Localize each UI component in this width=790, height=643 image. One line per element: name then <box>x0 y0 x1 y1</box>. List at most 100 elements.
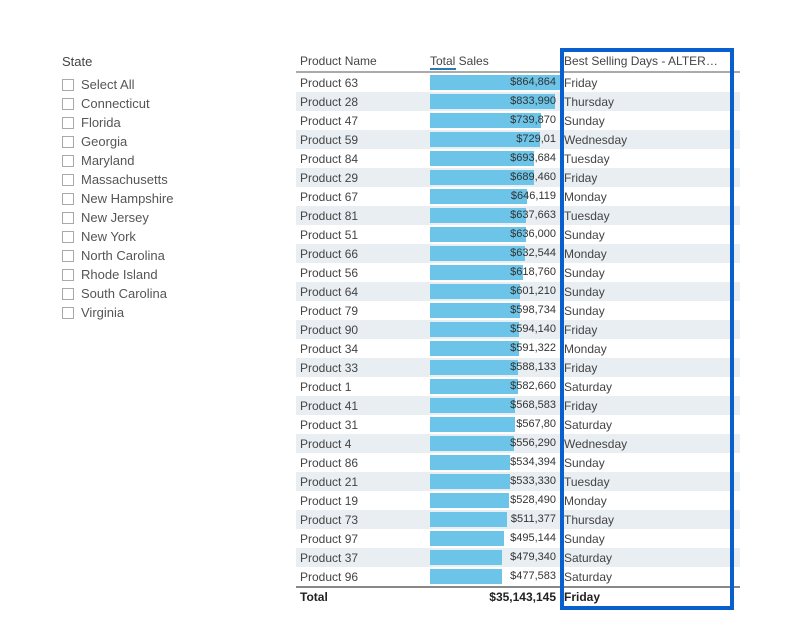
table-row[interactable]: Product 4$556,290Wednesday <box>296 434 740 453</box>
slicer-item[interactable]: New York <box>62 227 224 246</box>
table-row[interactable]: Product 31$567,80Saturday <box>296 415 740 434</box>
cell-product-name: Product 47 <box>296 114 430 128</box>
cell-product-name: Product 19 <box>296 494 430 508</box>
header-best-selling-days[interactable]: Best Selling Days - ALTER… <box>560 54 728 68</box>
slicer-item-label: Connecticut <box>81 96 150 111</box>
checkbox-icon[interactable] <box>62 79 74 91</box>
data-bar <box>430 284 520 299</box>
cell-best-day: Tuesday <box>560 209 728 223</box>
slicer-item[interactable]: North Carolina <box>62 246 224 265</box>
table-row[interactable]: Product 79$598,734Sunday <box>296 301 740 320</box>
cell-best-day: Saturday <box>560 380 728 394</box>
checkbox-icon[interactable] <box>62 155 74 167</box>
data-bar <box>430 417 515 432</box>
checkbox-icon[interactable] <box>62 307 74 319</box>
cell-product-name: Product 4 <box>296 437 430 451</box>
table-row[interactable]: Product 86 $534,394 Sunday <box>296 453 740 472</box>
table-row[interactable]: Product 28$833,990Thursday <box>296 92 740 111</box>
cell-total-sales: $739,870 <box>430 112 560 129</box>
slicer-item[interactable]: New Hampshire <box>62 189 224 208</box>
slicer-item[interactable]: New Jersey <box>62 208 224 227</box>
checkbox-icon[interactable] <box>62 174 74 186</box>
cell-product-name: Product 51 <box>296 228 430 242</box>
slicer-item[interactable]: South Carolina <box>62 284 224 303</box>
cell-best-day: Friday <box>560 323 728 337</box>
cell-product-name: Product 66 <box>296 247 430 261</box>
table-row[interactable]: Product 37$479,340Saturday <box>296 548 740 567</box>
cell-best-day: Sunday <box>560 456 728 470</box>
slicer-item-label: Maryland <box>81 153 134 168</box>
table-row[interactable]: Product 19$528,490Monday <box>296 491 740 510</box>
cell-total-sales: $601,210 <box>430 283 560 300</box>
table-row[interactable]: Product 21$533,330Tuesday <box>296 472 740 491</box>
table-row[interactable]: Product 51$636,000Sunday <box>296 225 740 244</box>
table-row[interactable]: Product 29$689,460Friday <box>296 168 740 187</box>
table-row[interactable]: Product 34$591,322Monday <box>296 339 740 358</box>
slicer-item[interactable]: Florida <box>62 113 224 132</box>
checkbox-icon[interactable] <box>62 193 74 205</box>
data-bar-label: $632,544 <box>510 247 556 259</box>
cell-product-name: Product 37 <box>296 551 430 565</box>
data-bar <box>430 569 502 584</box>
checkbox-icon[interactable] <box>62 117 74 129</box>
table-row[interactable]: Product 84$693,684Tuesday <box>296 149 740 168</box>
slicer-item[interactable]: Rhode Island <box>62 265 224 284</box>
data-bar-label: $693,684 <box>510 152 556 164</box>
slicer-item[interactable]: Maryland <box>62 151 224 170</box>
checkbox-icon[interactable] <box>62 136 74 148</box>
checkbox-icon[interactable] <box>62 98 74 110</box>
cell-best-day: Saturday <box>560 551 728 565</box>
table-row[interactable]: Product 1$582,660Saturday <box>296 377 740 396</box>
table-row[interactable]: Product 66$632,544Monday <box>296 244 740 263</box>
cell-total-sales: $511,377 <box>430 511 560 528</box>
cell-product-name: Product 90 <box>296 323 430 337</box>
header-total-sales-label: Total Sales <box>430 54 489 68</box>
checkbox-icon[interactable] <box>62 269 74 281</box>
table-row[interactable]: Product 67$646,119Monday <box>296 187 740 206</box>
data-bar <box>430 341 519 356</box>
cell-total-sales: $567,80 <box>430 416 560 433</box>
data-bar-label: $637,663 <box>510 209 556 221</box>
table-row[interactable]: Product 47$739,870Sunday <box>296 111 740 130</box>
table-row[interactable]: Product 97$495,144Sunday <box>296 529 740 548</box>
table-row[interactable]: Product 59$729,01Wednesday <box>296 130 740 149</box>
table-footer: Total $35,143,145 Friday <box>296 586 740 604</box>
data-bar-label: $534,394 <box>510 456 556 468</box>
cell-product-name: Product 21 <box>296 475 430 489</box>
header-total-sales[interactable]: Total Sales <box>430 54 560 68</box>
cell-best-day: Thursday <box>560 513 728 527</box>
cell-product-name: Product 86 <box>296 456 430 470</box>
checkbox-icon[interactable] <box>62 250 74 262</box>
slicer-item[interactable]: Select All <box>62 75 224 94</box>
table-row[interactable]: Product 41$568,583Friday <box>296 396 740 415</box>
slicer-item[interactable]: Massachusetts <box>62 170 224 189</box>
table-row[interactable]: Product 90$594,140Friday <box>296 320 740 339</box>
table-row[interactable]: Product 63$864,864Friday <box>296 73 740 92</box>
data-bar-label: $833,990 <box>510 95 556 107</box>
table-row[interactable]: Product 33$588,133Friday <box>296 358 740 377</box>
data-bar-label: $689,460 <box>510 171 556 183</box>
slicer-item[interactable]: Georgia <box>62 132 224 151</box>
cell-total-sales: $495,144 <box>430 530 560 547</box>
table-row[interactable]: Product 64$601,210Sunday <box>296 282 740 301</box>
cell-product-name: Product 29 <box>296 171 430 185</box>
slicer-item[interactable]: Connecticut <box>62 94 224 113</box>
checkbox-icon[interactable] <box>62 231 74 243</box>
cell-total-sales: $479,340 <box>430 549 560 566</box>
checkbox-icon[interactable] <box>62 288 74 300</box>
cell-best-day: Friday <box>560 361 728 375</box>
slicer-title: State <box>62 54 224 69</box>
data-bar <box>430 265 523 280</box>
table-row[interactable]: Product 73$511,377Thursday <box>296 510 740 529</box>
cell-best-day: Wednesday <box>560 437 728 451</box>
slicer-item-label: Rhode Island <box>81 267 158 282</box>
total-sales: $35,143,145 <box>430 590 560 604</box>
slicer-item[interactable]: Virginia <box>62 303 224 322</box>
checkbox-icon[interactable] <box>62 212 74 224</box>
sales-table: Product Name Total Sales Best Selling Da… <box>296 54 740 604</box>
table-row[interactable]: Product 81$637,663Tuesday <box>296 206 740 225</box>
table-row[interactable]: Product 56$618,760Sunday <box>296 263 740 282</box>
table-row[interactable]: Product 96$477,583Saturday <box>296 567 740 586</box>
data-bar <box>430 474 510 489</box>
header-product-name[interactable]: Product Name <box>296 54 430 68</box>
